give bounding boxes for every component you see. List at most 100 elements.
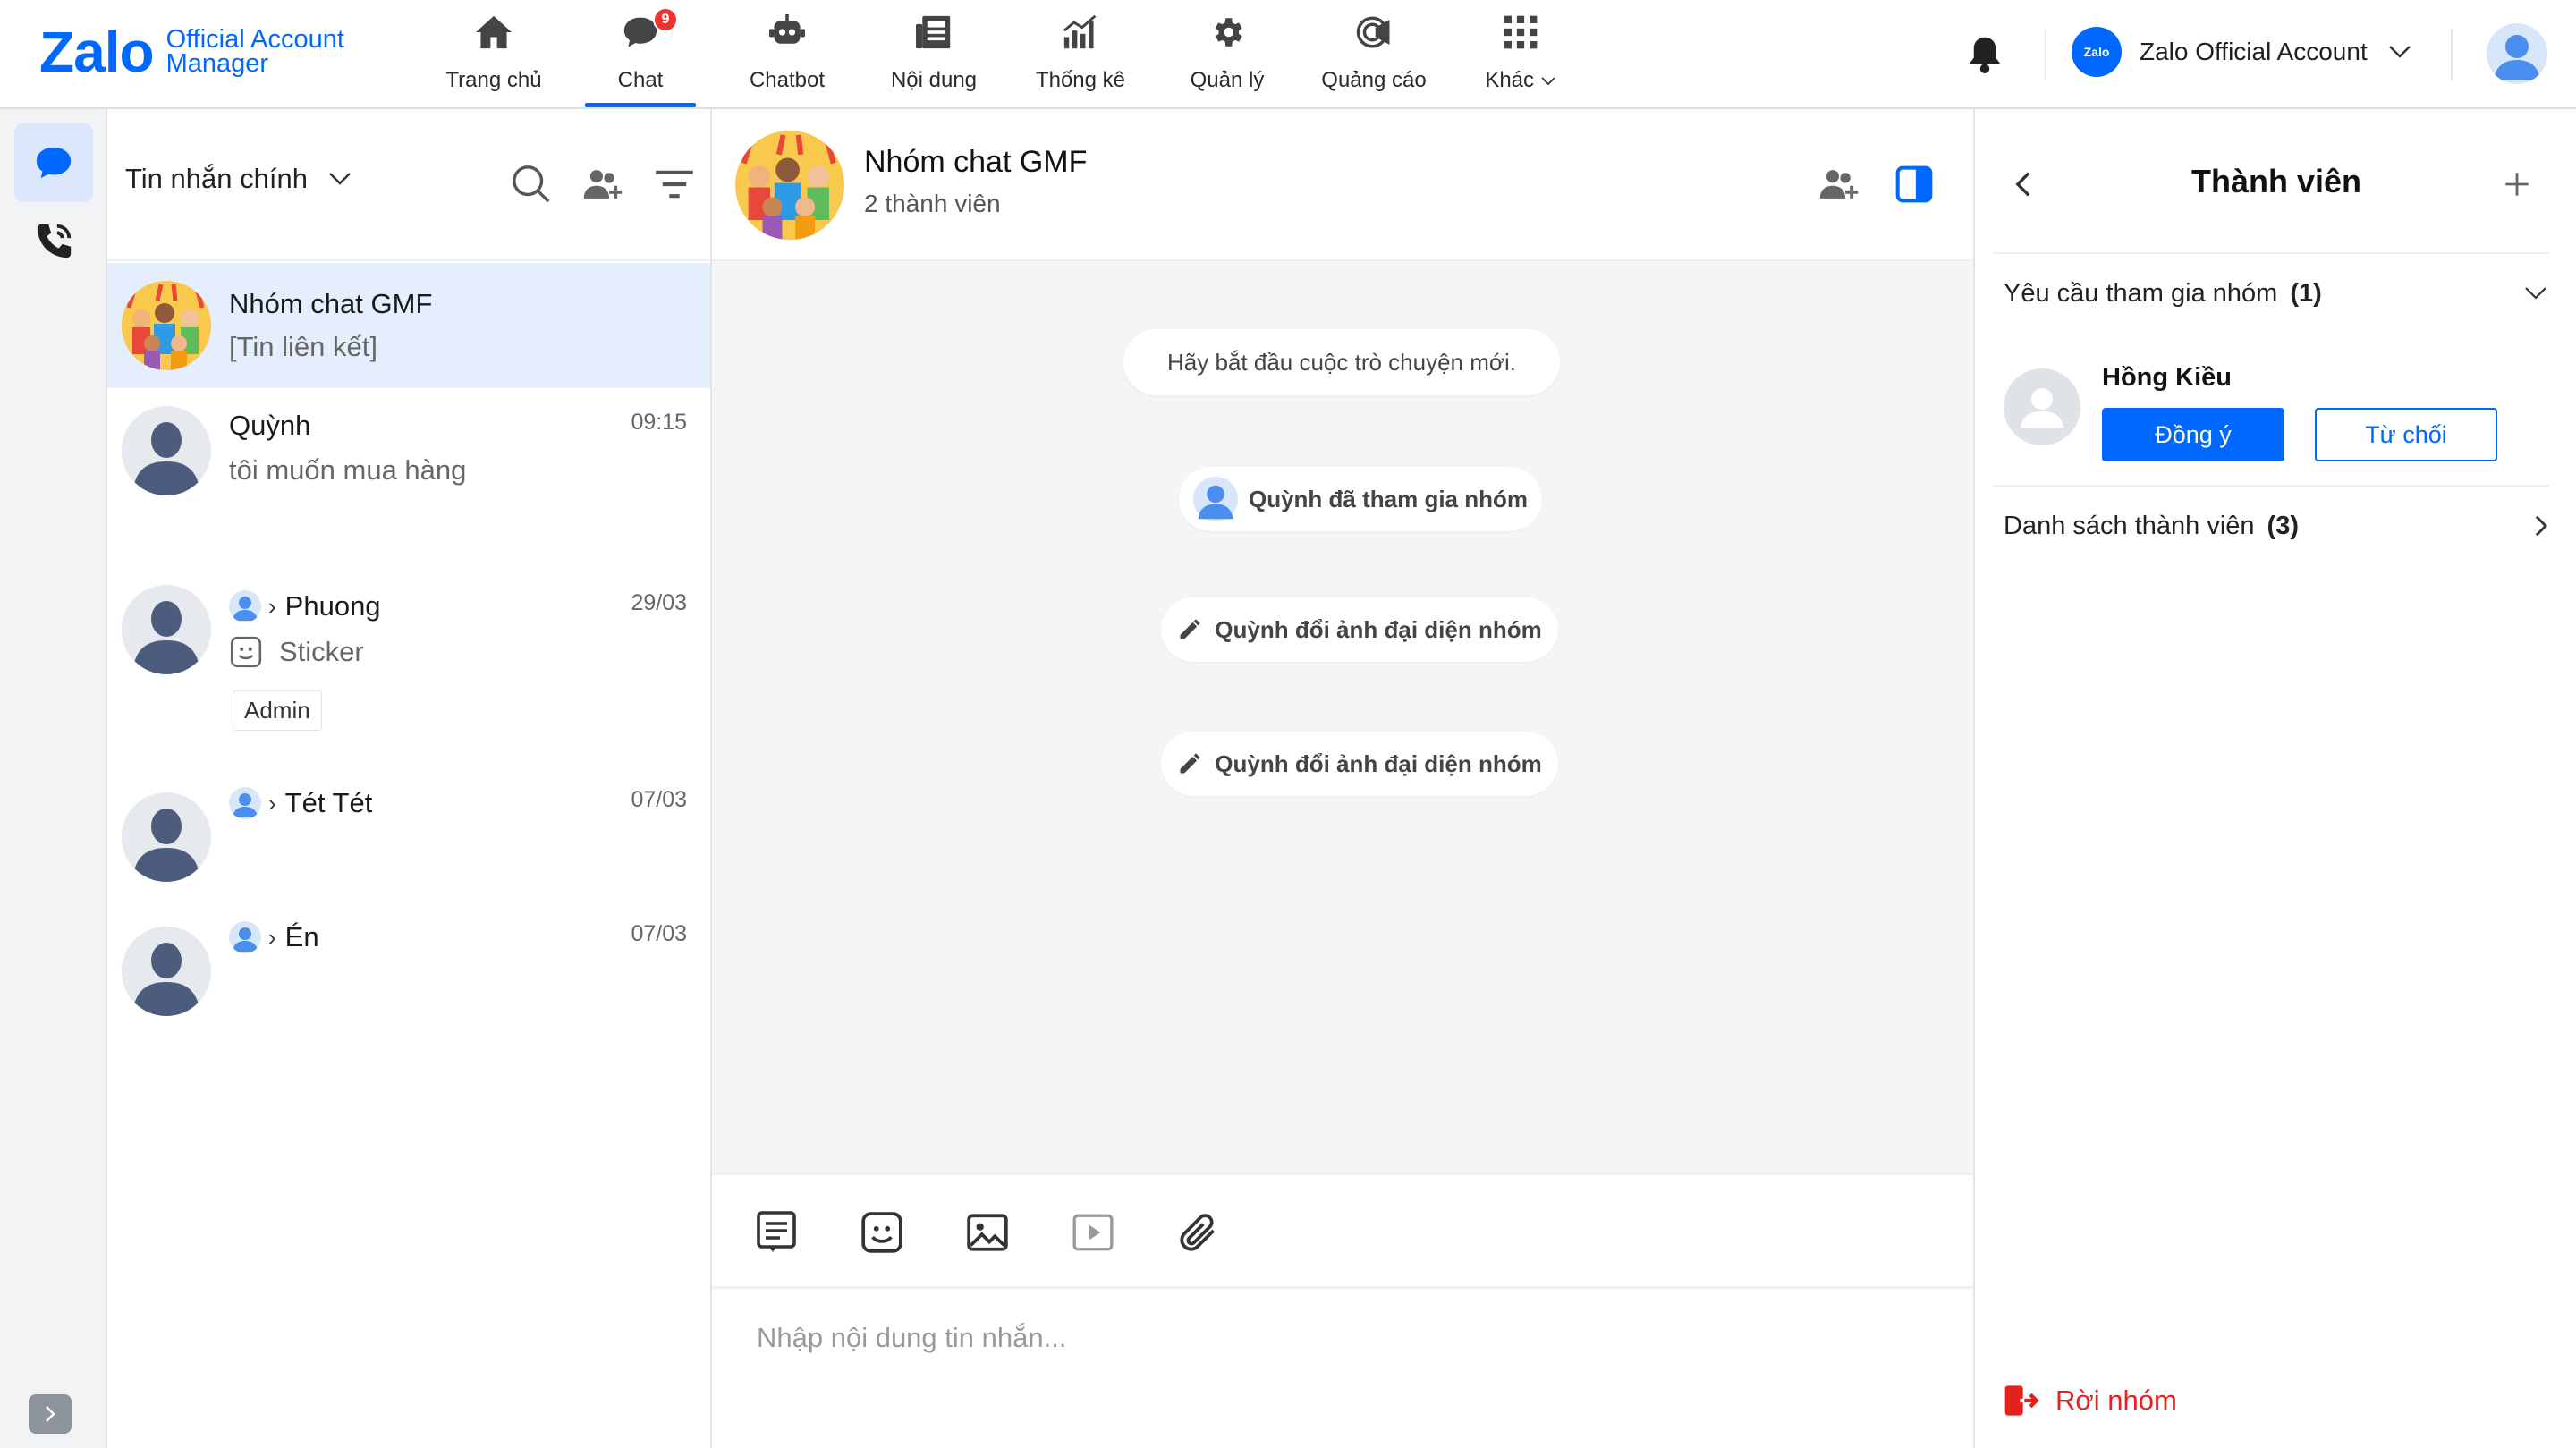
newspaper-icon: [912, 11, 955, 54]
admin-tag: Admin: [233, 690, 322, 731]
quick-message-icon[interactable]: [751, 1207, 801, 1257]
user-mini-icon: [229, 590, 261, 622]
chevron-down-icon: [329, 173, 351, 185]
divider: [1993, 485, 2549, 487]
group-avatar: [122, 281, 211, 370]
chevron-down-icon: [1540, 77, 1555, 86]
leave-group-button[interactable]: Rời nhóm: [2004, 1384, 2177, 1418]
filter-icon[interactable]: [651, 161, 698, 207]
system-message: Quỳnh đổi ảnh đại diện nhóm: [1161, 732, 1558, 796]
panel-title: Thành viên: [2190, 163, 2362, 199]
conversation-name: › Én: [229, 921, 319, 953]
left-rail: [0, 109, 107, 1448]
user-mini-icon: [229, 787, 261, 819]
video-icon[interactable]: [1068, 1207, 1118, 1257]
conversation-item[interactable]: › Tét Tét 07/03: [107, 773, 710, 907]
plus-icon[interactable]: [2496, 163, 2538, 206]
megaphone-icon: [1352, 11, 1395, 54]
conversation-item[interactable]: › Phuong Sticker 29/03 Admin: [107, 576, 710, 764]
bot-icon: [766, 11, 809, 54]
user-avatar[interactable]: [2487, 23, 2547, 84]
group-avatar[interactable]: [735, 131, 844, 240]
conversation-preview: Sticker: [229, 635, 364, 669]
conversation-name: Nhóm chat GMF: [229, 288, 433, 319]
nav-more[interactable]: Khác: [1447, 0, 1594, 107]
conversation-time: 07/03: [631, 787, 687, 812]
requester-avatar: [2004, 368, 2080, 445]
header-divider: [2045, 29, 2046, 80]
contact-avatar: [122, 585, 211, 674]
chevron-right-icon: [2535, 515, 2548, 537]
reject-button[interactable]: Từ chối: [2315, 408, 2497, 461]
nav-stats[interactable]: Thống kê: [1007, 0, 1154, 107]
phone-icon: [37, 224, 72, 258]
chevron-right-icon: ›: [268, 592, 276, 620]
add-member-icon[interactable]: [1818, 163, 1860, 206]
conversation-preview: tôi muốn mua hàng: [229, 454, 467, 486]
chat-header: Nhóm chat GMF 2 thành viên: [712, 109, 1973, 261]
chevron-down-icon: [2525, 287, 2546, 300]
conversation-item[interactable]: Quỳnh tôi muốn mua hàng 09:15: [107, 388, 710, 558]
nav-content[interactable]: Nội dung: [860, 0, 1007, 107]
home-icon: [472, 11, 515, 54]
chat-bubble-icon: [36, 147, 72, 179]
attachment-icon[interactable]: [1174, 1207, 1224, 1257]
search-icon[interactable]: [508, 161, 555, 207]
contact-avatar: [122, 792, 211, 882]
chat-title: Nhóm chat GMF: [864, 145, 1088, 179]
accept-button[interactable]: Đồng ý: [2102, 408, 2284, 461]
zalo-oa-logo[interactable]: Zalo Official Account Manager: [39, 23, 344, 80]
nav-home[interactable]: Trang chủ: [420, 0, 567, 107]
top-header: Zalo Official Account Manager Trang chủ …: [0, 0, 2576, 109]
account-logo: Zalo: [2072, 27, 2122, 77]
join-requests-toggle[interactable]: Yêu cầu tham gia nhóm (1): [2004, 267, 2549, 320]
pencil-icon: [1180, 753, 1200, 774]
nav-chatbot[interactable]: Chatbot: [714, 0, 860, 107]
sticker-icon[interactable]: [857, 1207, 907, 1257]
stats-icon: [1059, 11, 1102, 54]
rail-messages[interactable]: [14, 123, 93, 202]
conversation-list-header: Tin nhắn chính: [107, 109, 710, 261]
grid-icon: [1499, 11, 1542, 54]
conversation-name: › Phuong: [229, 590, 381, 622]
nav-manage[interactable]: Quản lý: [1154, 0, 1301, 107]
conversation-list: Tin nhắn chính Nhóm chat GMF [Tin liên k…: [107, 109, 712, 1448]
bell-icon[interactable]: [1966, 34, 2004, 80]
toggle-side-panel-icon[interactable]: [1893, 163, 1936, 206]
members-panel: Thành viên Yêu cầu tham gia nhóm (1) Hồng…: [1973, 109, 2576, 1448]
nav-chat[interactable]: 9 Chat: [567, 0, 714, 107]
user-mini-icon: [229, 921, 261, 953]
header-divider: [2451, 29, 2453, 80]
rail-expand-button[interactable]: [29, 1394, 72, 1434]
conversation-list-actions: [508, 161, 698, 207]
exit-icon: [2004, 1385, 2039, 1416]
inbox-filter-dropdown[interactable]: Tin nhắn chính: [125, 163, 352, 195]
member-list-link[interactable]: Danh sách thành viên (3): [2004, 499, 2549, 553]
requester-name: Hồng Kiều: [2102, 363, 2232, 392]
chevron-right-icon: ›: [268, 923, 276, 951]
conversation-time: 29/03: [631, 590, 687, 615]
nav-ads[interactable]: Quảng cáo: [1301, 0, 1447, 107]
chevron-right-icon: [46, 1406, 55, 1422]
account-switcher[interactable]: Zalo Zalo Official Account: [2072, 27, 2412, 77]
gear-icon: [1206, 11, 1249, 54]
conversation-item[interactable]: Nhóm chat GMF [Tin liên kết]: [107, 263, 710, 388]
rail-calls[interactable]: [14, 202, 93, 281]
user-mini-icon: [1192, 477, 1238, 521]
account-name: Zalo Official Account: [2140, 38, 2368, 65]
conversation-name: › Tét Tét: [229, 787, 372, 819]
sticker-icon: [230, 636, 262, 668]
system-message: Quỳnh đổi ảnh đại diện nhóm: [1161, 597, 1558, 662]
logo-subtitle: Official Account Manager: [165, 25, 344, 78]
chevron-right-icon: ›: [268, 789, 276, 817]
logo-wordmark: Zalo: [39, 20, 155, 84]
system-message: Quỳnh đã tham gia nhóm: [1179, 467, 1542, 531]
chat-header-actions: [1818, 163, 1936, 206]
conversation-time: 09:15: [631, 410, 687, 435]
add-friend-icon[interactable]: [580, 161, 626, 207]
conversation-time: 07/03: [631, 921, 687, 946]
image-icon[interactable]: [962, 1207, 1013, 1257]
message-input[interactable]: [712, 1290, 1973, 1448]
system-message: Hãy bắt đầu cuộc trò chuyện mới.: [1123, 329, 1560, 395]
conversation-item[interactable]: › Én 07/03: [107, 907, 710, 1041]
